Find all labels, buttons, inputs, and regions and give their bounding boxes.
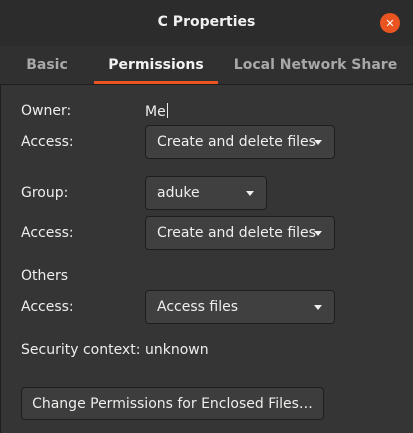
group-dropdown[interactable]: aduke — [145, 176, 267, 210]
group-access-label: Access: — [21, 225, 74, 241]
change-enclosed-permissions-label: Change Permissions for Enclosed Files… — [32, 396, 313, 412]
properties-window: C Properties ✕ Basic Permissions Local N… — [0, 0, 413, 433]
group-access-dropdown[interactable]: Create and delete files — [145, 216, 335, 250]
owner-label: Owner: — [21, 103, 72, 119]
owner-access-value: Create and delete files — [157, 134, 316, 150]
chevron-down-icon — [314, 231, 322, 236]
group-value: aduke — [157, 185, 200, 201]
close-button[interactable]: ✕ — [380, 13, 400, 33]
chevron-down-icon — [246, 191, 254, 196]
tab-local-network-share-label: Local Network Share — [233, 57, 398, 73]
security-context-value: unknown — [145, 342, 209, 358]
change-enclosed-permissions-button[interactable]: Change Permissions for Enclosed Files… — [21, 387, 324, 420]
tab-permissions-label: Permissions — [108, 57, 204, 73]
others-access-dropdown[interactable]: Access files — [145, 290, 335, 324]
chevron-down-icon — [314, 140, 322, 145]
tab-basic-label: Basic — [26, 57, 68, 73]
title-bar: C Properties ✕ — [0, 0, 413, 46]
security-context-label: Security context: — [21, 342, 141, 358]
tab-bar: Basic Permissions Local Network Share — [0, 46, 413, 84]
others-access-label: Access: — [21, 299, 74, 315]
owner-access-label: Access: — [21, 134, 74, 150]
close-icon: ✕ — [385, 16, 395, 30]
owner-value-text: Me — [145, 104, 166, 120]
window-title: C Properties — [157, 14, 256, 30]
text-cursor — [166, 103, 168, 118]
chevron-down-icon — [314, 305, 322, 310]
others-access-value: Access files — [157, 299, 238, 315]
group-access-value: Create and delete files — [157, 225, 316, 241]
tab-local-network-share[interactable]: Local Network Share — [218, 46, 413, 84]
tab-permissions[interactable]: Permissions — [94, 46, 218, 84]
owner-access-dropdown[interactable]: Create and delete files — [145, 125, 335, 159]
others-heading: Others — [21, 268, 69, 284]
tab-basic[interactable]: Basic — [0, 46, 94, 84]
group-label: Group: — [21, 185, 69, 201]
owner-value[interactable]: Me — [145, 103, 168, 120]
